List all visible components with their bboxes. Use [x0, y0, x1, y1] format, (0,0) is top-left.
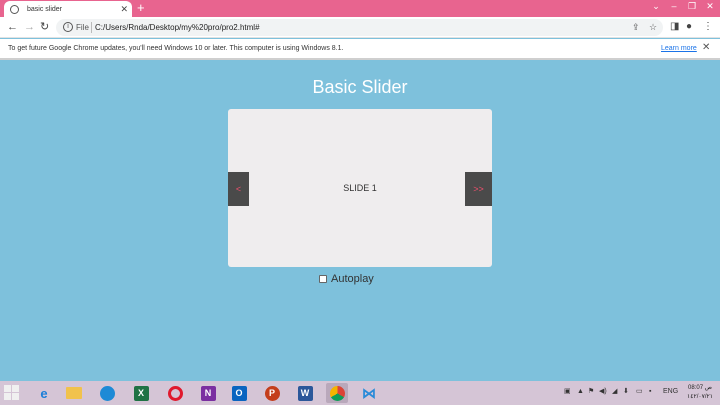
- edge-icon[interactable]: [96, 383, 118, 403]
- restore-icon[interactable]: ❐: [684, 0, 700, 12]
- bookmark-star-icon[interactable]: ☆: [649, 21, 657, 34]
- powerpoint-icon[interactable]: P: [261, 383, 283, 403]
- onenote-icon[interactable]: N: [197, 383, 219, 403]
- forward-icon[interactable]: →: [24, 20, 35, 34]
- next-slide-button[interactable]: >>: [465, 172, 492, 206]
- autoplay-label: Autoplay: [331, 273, 374, 285]
- clock-time: 08:07 ص: [688, 385, 712, 391]
- side-panel-icon[interactable]: ◨: [670, 20, 679, 34]
- taskbar: e X N O P W ⋈ ▣ ▲ ⚑ ◀) ◢ ⬇ ▭ ▪ ENG 08:07…: [0, 381, 720, 405]
- info-icon[interactable]: i: [63, 22, 73, 32]
- autoplay-control[interactable]: Autoplay: [319, 273, 374, 285]
- chrome-icon[interactable]: [326, 383, 348, 403]
- globe-icon: [10, 4, 19, 14]
- learn-more-link[interactable]: Learn more: [661, 43, 697, 55]
- file-scheme-label: File: [76, 23, 89, 32]
- slider: SLIDE 1 < >>: [228, 109, 492, 267]
- new-tab-button[interactable]: +: [137, 1, 145, 15]
- tray-app-icon[interactable]: ▣: [564, 387, 571, 397]
- language-indicator[interactable]: ENG: [663, 387, 678, 397]
- clock-date: ١٤٢/٠٧/٢١: [687, 394, 713, 400]
- tray-overflow-icon[interactable]: ▲: [577, 387, 584, 397]
- internet-explorer-icon[interactable]: e: [33, 383, 55, 403]
- browser-tab[interactable]: basic slider ✕: [4, 1, 132, 17]
- minimize-icon[interactable]: –: [666, 0, 682, 12]
- autoplay-checkbox[interactable]: [319, 275, 327, 283]
- page-title: Basic Slider: [312, 77, 408, 97]
- tray-update-icon[interactable]: ⬇: [623, 387, 629, 397]
- prev-slide-button[interactable]: <: [228, 172, 249, 206]
- infobar-message: To get future Google Chrome updates, you…: [8, 45, 344, 52]
- back-icon[interactable]: ←: [7, 20, 18, 34]
- reload-icon[interactable]: ↻: [40, 20, 49, 34]
- browser-toolbar: ← → ↻ i File C:/Users/Rnda/Desktop/my%20…: [0, 17, 720, 38]
- update-infobar: To get future Google Chrome updates, you…: [0, 39, 720, 60]
- outlook-icon[interactable]: O: [228, 383, 250, 403]
- tab-search-icon[interactable]: ⌄: [648, 0, 664, 12]
- menu-icon[interactable]: ⋮: [703, 20, 713, 34]
- close-tab-icon[interactable]: ✕: [120, 4, 128, 14]
- vscode-icon[interactable]: ⋈: [358, 383, 380, 403]
- excel-icon[interactable]: X: [130, 383, 152, 403]
- file-explorer-icon[interactable]: [63, 383, 85, 403]
- volume-icon[interactable]: ◀): [599, 387, 607, 397]
- profile-icon[interactable]: ●: [686, 20, 692, 34]
- address-bar[interactable]: i File C:/Users/Rnda/Desktop/my%20pro/pr…: [56, 19, 663, 36]
- url-text[interactable]: C:/Users/Rnda/Desktop/my%20pro/pro2.html…: [95, 21, 260, 34]
- tab-strip: basic slider ✕ + ⌄ – ❐ ✕: [0, 0, 720, 17]
- close-window-icon[interactable]: ✕: [702, 0, 718, 12]
- address-divider: [91, 22, 92, 33]
- network-icon[interactable]: ◢: [612, 387, 617, 397]
- opera-icon[interactable]: [164, 383, 186, 403]
- close-infobar-icon[interactable]: ✕: [702, 42, 710, 54]
- word-icon[interactable]: W: [294, 383, 316, 403]
- battery-icon[interactable]: ▭: [636, 387, 643, 397]
- windows-start-icon[interactable]: [4, 385, 20, 401]
- clock[interactable]: 08:07 ص ١٤٢/٠٧/٢١: [682, 384, 718, 402]
- tab-title: basic slider: [27, 5, 63, 13]
- tray-extra-icon[interactable]: ▪: [649, 387, 651, 397]
- slide-label: SLIDE 1: [343, 183, 377, 193]
- tray-flag-icon[interactable]: ⚑: [588, 387, 594, 397]
- share-icon[interactable]: ⇪: [632, 21, 640, 34]
